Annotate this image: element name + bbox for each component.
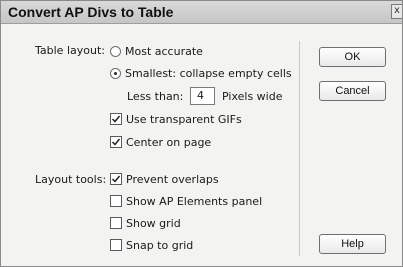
use-transparent-gifs-label: Use transparent GIFs — [126, 112, 242, 126]
show-ap-elements-panel-label: Show AP Elements panel — [126, 194, 263, 208]
checkbox-center-on-page[interactable]: Center on page — [110, 134, 211, 150]
checkmark-icon — [111, 175, 121, 183]
checkbox-checked[interactable] — [110, 173, 122, 185]
convert-ap-divs-dialog: Convert AP Divs to Table x Table layout:… — [0, 0, 403, 267]
radio-smallest-label: Smallest: collapse empty cells — [125, 66, 292, 80]
close-icon[interactable]: x — [391, 4, 402, 19]
checkbox-unchecked[interactable] — [110, 217, 122, 229]
table-layout-label: Table layout: — [35, 44, 105, 57]
checkmark-icon — [111, 115, 121, 123]
center-on-page-label: Center on page — [126, 135, 212, 149]
checkbox-checked[interactable] — [110, 113, 122, 125]
radio-button-unselected[interactable] — [110, 45, 121, 57]
checkbox-show-grid[interactable]: Show grid — [110, 215, 181, 231]
checkbox-show-ap-elements-panel[interactable]: Show AP Elements panel — [110, 193, 262, 209]
checkbox-snap-to-grid[interactable]: Snap to grid — [110, 237, 193, 253]
checkbox-prevent-overlaps[interactable]: Prevent overlaps — [110, 171, 219, 187]
title-bar: Convert AP Divs to Table x — [1, 1, 402, 24]
vertical-divider — [299, 41, 300, 256]
less-than-input[interactable]: 4 — [190, 87, 215, 105]
pixels-wide-label: Pixels wide — [222, 90, 283, 103]
cancel-button[interactable]: Cancel — [319, 81, 386, 101]
radio-most-accurate[interactable]: Most accurate — [110, 43, 203, 59]
checkbox-unchecked[interactable] — [110, 239, 122, 251]
radio-smallest[interactable]: Smallest: collapse empty cells — [110, 65, 292, 81]
prevent-overlaps-label: Prevent overlaps — [126, 172, 219, 186]
checkmark-icon — [111, 138, 121, 146]
checkbox-checked[interactable] — [110, 136, 122, 148]
checkbox-unchecked[interactable] — [110, 195, 122, 207]
radio-button-selected[interactable] — [110, 67, 121, 79]
snap-to-grid-label: Snap to grid — [126, 238, 194, 252]
checkbox-use-transparent-gifs[interactable]: Use transparent GIFs — [110, 111, 242, 127]
help-button[interactable]: Help — [319, 234, 386, 254]
dialog-title: Convert AP Divs to Table — [8, 4, 174, 20]
layout-tools-label: Layout tools: — [35, 173, 107, 186]
show-grid-label: Show grid — [126, 216, 181, 230]
radio-most-accurate-label: Most accurate — [125, 44, 203, 58]
ok-button[interactable]: OK — [319, 47, 386, 67]
less-than-label: Less than: — [127, 90, 184, 103]
